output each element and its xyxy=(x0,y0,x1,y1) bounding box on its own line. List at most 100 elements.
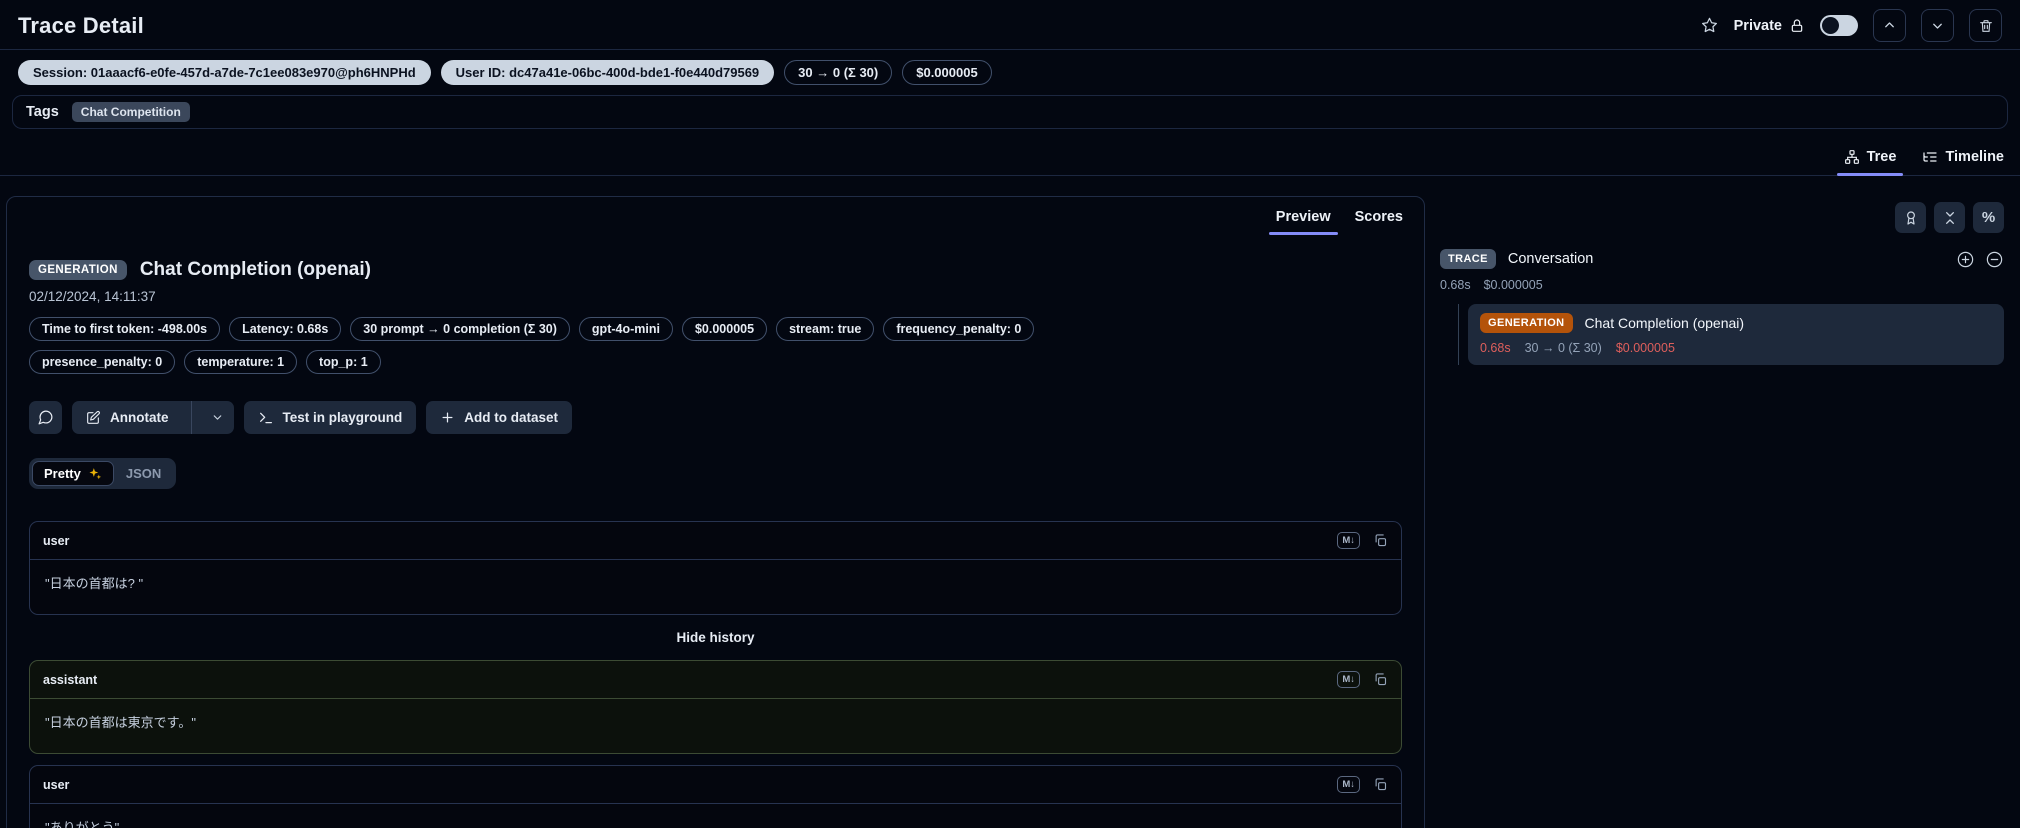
visibility-control[interactable]: Private xyxy=(1734,18,1805,34)
observation-type-badge: GENERATION xyxy=(29,260,127,280)
chat-bubble-icon xyxy=(37,409,54,426)
expand-all-button[interactable] xyxy=(1956,250,1975,269)
user-id-badge[interactable]: User ID: dc47a41e-06bc-400d-bde1-f0e440d… xyxy=(440,60,775,85)
json-toggle[interactable]: JSON xyxy=(114,461,173,486)
message-header: user M↓ xyxy=(30,522,1401,560)
next-trace-button[interactable] xyxy=(1921,9,1954,42)
trace-type-badge: TRACE xyxy=(1440,249,1496,269)
sparkles-icon xyxy=(88,467,102,481)
param-badge: top_p: 1 xyxy=(306,350,381,374)
session-badge[interactable]: Session: 01aaacf6-e0fe-457d-a7de-7c1ee08… xyxy=(18,60,431,85)
show-scores-button[interactable] xyxy=(1895,202,1926,233)
param-badge: gpt-4o-mini xyxy=(578,317,673,341)
node-latency: 0.68s xyxy=(1480,341,1511,355)
cost-badge: $0.000005 xyxy=(902,60,992,85)
chevron-up-icon xyxy=(1882,18,1897,33)
page-title: Trace Detail xyxy=(18,12,144,38)
star-icon xyxy=(1700,16,1719,35)
message-box-assistant: assistant M↓ "日本の首都は東京です。" xyxy=(29,660,1402,754)
tree-controls: % xyxy=(1437,202,2004,233)
trace-name: Conversation xyxy=(1507,251,1594,267)
comment-button[interactable] xyxy=(29,401,62,434)
tags-list: Chat Competition xyxy=(71,102,190,122)
hide-history-button[interactable]: Hide history xyxy=(29,630,1402,645)
delete-trace-button[interactable] xyxy=(1969,9,2002,42)
param-badge: 30 prompt → 0 completion (Σ 30) xyxy=(350,317,570,341)
observation-detail-panel: Preview Scores GENERATION Chat Completio… xyxy=(6,196,1425,828)
markdown-toggle-icon[interactable]: M↓ xyxy=(1337,776,1360,793)
tab-tree-label: Tree xyxy=(1866,149,1897,165)
param-badge: $0.000005 xyxy=(681,317,768,341)
pretty-label: Pretty xyxy=(44,466,81,481)
visibility-toggle[interactable] xyxy=(1820,15,1858,36)
show-metrics-button[interactable]: % xyxy=(1973,202,2004,233)
message-box-user-1: user M↓ "日本の首都は? " xyxy=(29,521,1402,615)
bookmark-star-button[interactable] xyxy=(1700,16,1719,35)
trace-cost: $0.000005 xyxy=(1483,278,1543,292)
message-content: "日本の首都は? " xyxy=(45,576,144,591)
chevron-down-icon xyxy=(1930,18,1945,33)
tab-preview[interactable]: Preview xyxy=(1267,205,1340,235)
copy-button[interactable] xyxy=(1373,777,1388,792)
add-to-dataset-label: Add to dataset xyxy=(464,410,559,425)
observation-title: Chat Completion (openai) xyxy=(139,259,371,280)
observation-params: Time to first token: -498.00s Latency: 0.… xyxy=(29,317,1149,374)
tab-scores[interactable]: Scores xyxy=(1346,205,1412,235)
view-mode-tabs: Tree Timeline xyxy=(0,136,2020,176)
toggle-knob xyxy=(1822,17,1839,34)
collapse-all-button[interactable] xyxy=(1934,202,1965,233)
collapse-node-button[interactable] xyxy=(1985,250,2004,269)
add-to-dataset-button[interactable]: Add to dataset xyxy=(426,401,573,434)
tab-tree[interactable]: Tree xyxy=(1836,149,1904,176)
header-actions: Private xyxy=(1700,9,2002,42)
plus-icon xyxy=(440,410,455,425)
message-header-icons: M↓ xyxy=(1337,671,1388,688)
award-icon xyxy=(1903,210,1919,226)
trace-latency: 0.68s xyxy=(1440,278,1471,292)
tab-timeline-label: Timeline xyxy=(1945,149,2004,165)
markdown-toggle-icon[interactable]: M↓ xyxy=(1337,532,1360,549)
trace-root-row[interactable]: TRACE Conversation xyxy=(1437,249,2004,269)
message-header-icons: M↓ xyxy=(1337,532,1388,549)
format-toggle: Pretty JSON xyxy=(29,458,177,489)
playground-button[interactable]: Test in playground xyxy=(243,401,417,434)
message-box-user-2: user M↓ "ありがとう" xyxy=(29,765,1402,828)
message-content: "日本の首都は東京です。" xyxy=(45,715,196,730)
node-title: Chat Completion (openai) xyxy=(1584,315,1745,331)
annotate-button[interactable]: Annotate xyxy=(72,401,182,434)
messages-list: user M↓ "日本の首都は? " Hide history assistan… xyxy=(29,521,1402,828)
observation-header: GENERATION Chat Completion (openai) xyxy=(29,259,1402,281)
annotate-dropdown-button[interactable] xyxy=(201,401,234,434)
markdown-toggle-icon[interactable]: M↓ xyxy=(1337,671,1360,688)
message-header: user M↓ xyxy=(30,766,1401,804)
copy-button[interactable] xyxy=(1373,672,1388,687)
param-badge: frequency_penalty: 0 xyxy=(883,317,1035,341)
tags-label: Tags xyxy=(26,104,59,120)
node-tokens: 30 → 0 (Σ 30) xyxy=(1524,341,1602,355)
trace-tree-panel: % TRACE Conversation 0.68s $0.000005 GEN… xyxy=(1437,196,2012,823)
param-badge: Latency: 0.68s xyxy=(229,317,342,341)
pretty-toggle[interactable]: Pretty xyxy=(32,461,114,486)
copy-icon xyxy=(1373,777,1388,792)
prev-trace-button[interactable] xyxy=(1873,9,1906,42)
tab-timeline[interactable]: Timeline xyxy=(1922,149,2004,175)
tag-chip[interactable]: Chat Competition xyxy=(71,102,190,122)
token-usage-badge: 30 → 0 (Σ 30) xyxy=(784,60,893,85)
playground-label: Test in playground xyxy=(282,410,403,425)
copy-button[interactable] xyxy=(1373,533,1388,548)
message-header-icons: M↓ xyxy=(1337,776,1388,793)
pen-square-icon xyxy=(85,410,101,426)
actions-row: Annotate Test in playground Add to datas… xyxy=(29,401,1402,434)
node-type-badge: GENERATION xyxy=(1480,313,1573,333)
trace-id-badges: Session: 01aaacf6-e0fe-457d-a7de-7c1ee08… xyxy=(0,50,2020,94)
message-role: user xyxy=(43,533,70,548)
generation-node[interactable]: GENERATION Chat Completion (openai) 0.68… xyxy=(1468,304,2004,365)
tags-container[interactable]: Tags Chat Competition xyxy=(12,95,2008,129)
json-label: JSON xyxy=(125,466,162,481)
param-badge: Time to first token: -498.00s xyxy=(29,317,221,341)
node-header: GENERATION Chat Completion (openai) xyxy=(1480,313,1992,333)
copy-icon xyxy=(1373,672,1388,687)
tree-guide-line xyxy=(1458,304,1459,365)
param-badge: stream: true xyxy=(776,317,875,341)
trash-icon xyxy=(1978,18,1994,34)
